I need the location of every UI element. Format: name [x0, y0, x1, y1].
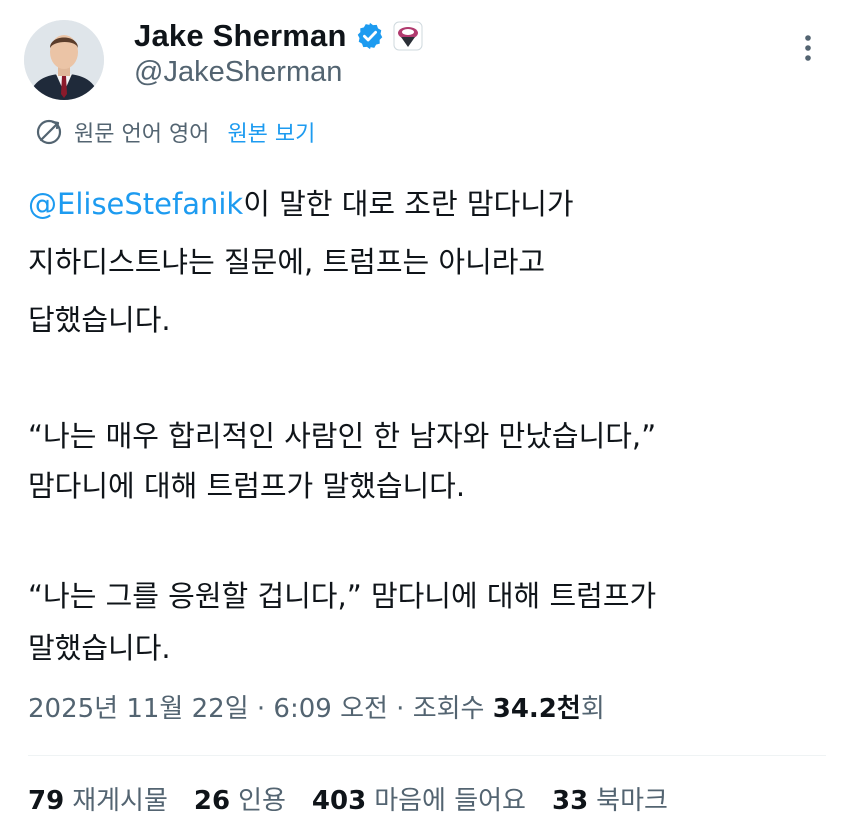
tweet-text-line-2: 지하디스트냐는 질문에, 트럼프는 아니라고 [28, 245, 546, 279]
translation-source-label: 원문 언어 영어 [74, 122, 210, 147]
tweet: Jake Sherman @JakeSherman 원문 언어 영어 원본 보기… [0, 0, 850, 838]
bookmarks-count: 33 [551, 786, 589, 816]
translation-row: 원문 언어 영어 원본 보기 [34, 114, 315, 150]
likes-count: 403 [311, 786, 367, 816]
reposts-count: 79 [28, 786, 65, 816]
show-original-link[interactable]: 원본 보기 [227, 116, 315, 148]
timestamp[interactable]: 2025년 11월 22일 · 6:09 오전 · 조회수 [28, 694, 493, 724]
more-options-icon[interactable] [796, 32, 820, 64]
quotes-label: 인용 [238, 786, 286, 816]
views-count: 34.2천 [492, 694, 581, 724]
tweet-meta: 2025년 11월 22일 · 6:09 오전 · 조회수 34.2천회 [28, 688, 605, 725]
tweet-text-line-1: @EliseStefanik이 말한 대로 조란 맘다니가 [28, 176, 838, 232]
author-display-name[interactable]: Jake Sherman [134, 18, 347, 54]
quotes-count: 26 [193, 786, 231, 816]
reposts-label: 재게시물 [72, 786, 168, 816]
author-name-row: Jake Sherman [134, 16, 423, 56]
translate-icon [34, 117, 64, 147]
tweet-text-line-5: 맘다니에 대해 트럼프가 말했습니다. [28, 469, 466, 503]
views-suffix: 회 [580, 694, 605, 724]
tweet-text-line-7: 말했습니다. [28, 631, 171, 665]
bookmarks-stat[interactable]: 33 북마크 [552, 780, 668, 817]
bookmarks-label: 북마크 [596, 786, 668, 816]
avatar-image [24, 20, 104, 100]
avatar[interactable] [24, 20, 104, 100]
divider [28, 755, 826, 756]
quotes-stat[interactable]: 26 인용 [194, 780, 286, 817]
author-handle[interactable]: @JakeSherman [134, 56, 342, 89]
tweet-text-line-3: 답했습니다. [28, 303, 171, 337]
mention-link[interactable]: @EliseStefanik [28, 187, 243, 221]
likes-stat[interactable]: 403 마음에 들어요 [312, 780, 526, 817]
likes-label: 마음에 들어요 [374, 786, 526, 816]
tweet-text-segment: 이 말한 대로 조란 맘다니가 [243, 187, 574, 221]
verified-badge-icon[interactable] [355, 21, 385, 51]
tweet-text-line-6: “나는 그를 응원할 겁니다,” 맘다니에 대해 트럼프가 [28, 579, 657, 613]
reposts-stat[interactable]: 79 재게시물 [28, 780, 168, 817]
tweet-text-line-4: “나는 매우 합리적인 사람인 한 남자와 만났습니다,” [28, 419, 657, 453]
engagement-stats: 79 재게시물 26 인용 403 마음에 들어요 33 북마크 [28, 780, 694, 817]
affiliate-badge-icon[interactable] [393, 21, 423, 51]
